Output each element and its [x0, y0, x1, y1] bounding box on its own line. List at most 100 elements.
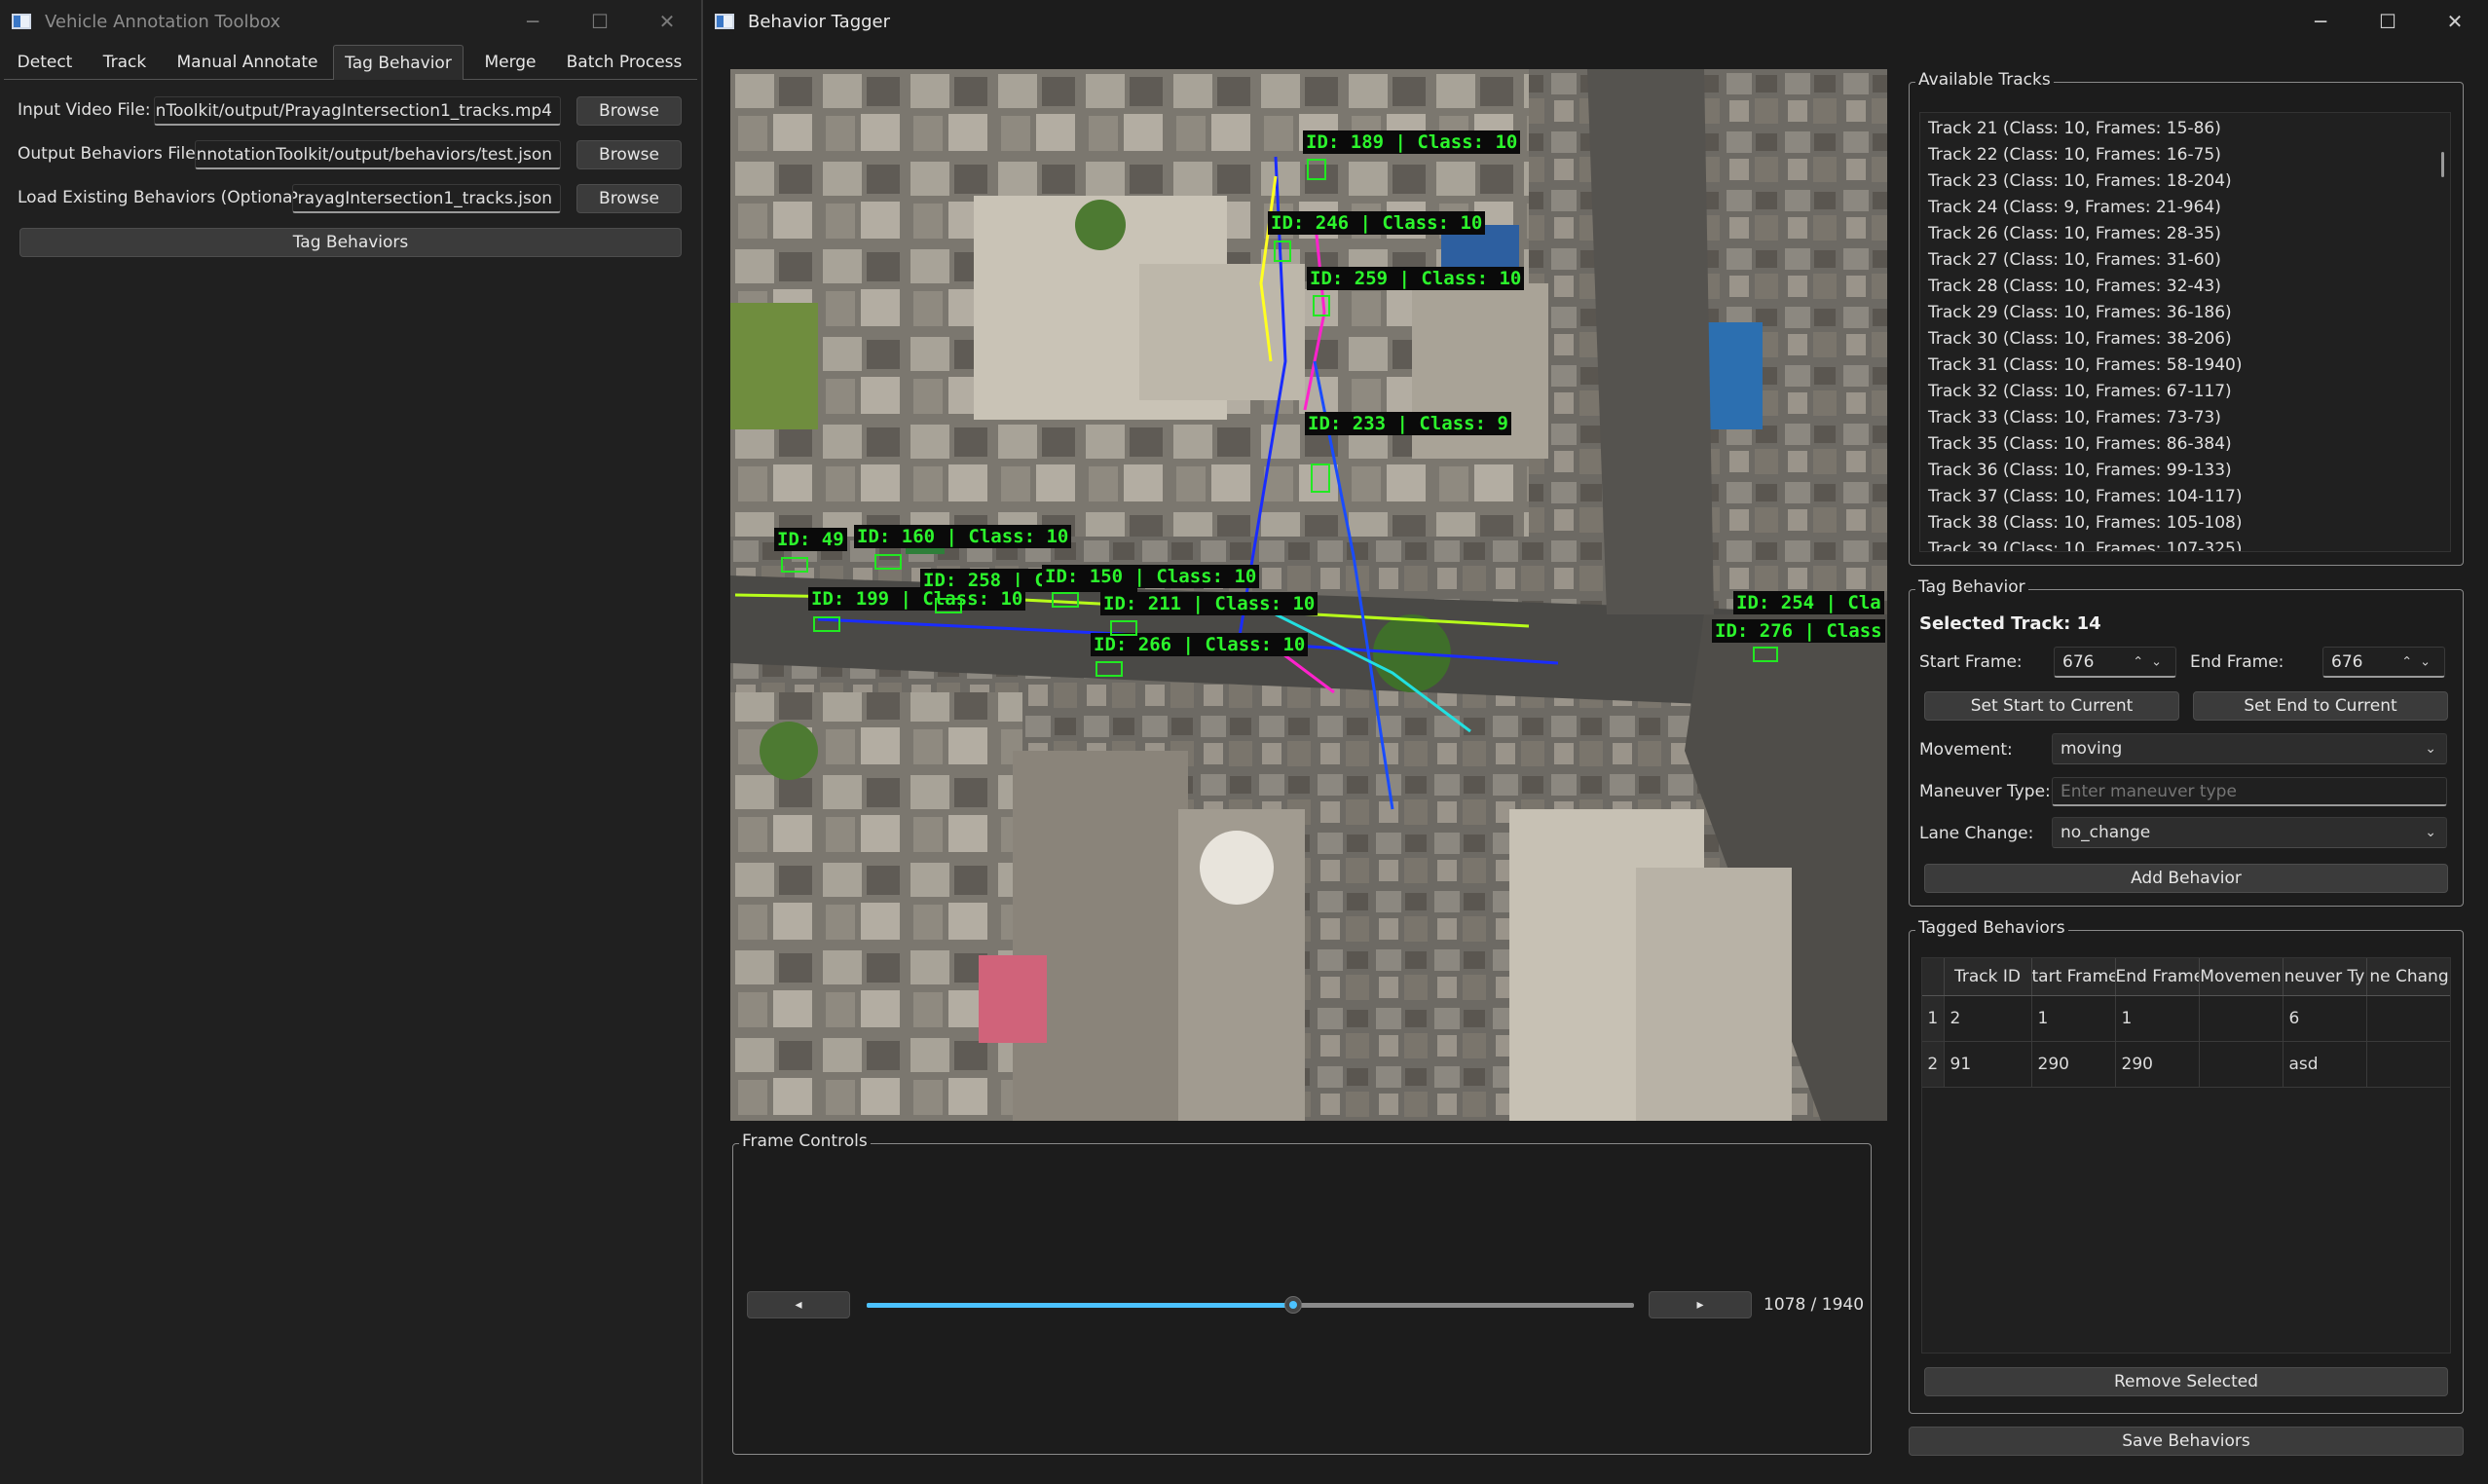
track-list-item[interactable]: Track 39 (Class: 10, Frames: 107-325): [1920, 537, 2450, 551]
set-end-button[interactable]: Set End to Current: [2193, 691, 2448, 721]
minimize-icon[interactable]: ─: [499, 0, 567, 43]
slider-handle[interactable]: [1284, 1296, 1303, 1314]
table-cell[interactable]: 1: [2031, 995, 2116, 1042]
tab-track[interactable]: Track: [88, 45, 162, 80]
bounding-box: [1052, 592, 1079, 608]
row-number[interactable]: 1: [1922, 995, 1945, 1042]
table-cell[interactable]: 1: [2115, 995, 2200, 1042]
track-list-item[interactable]: Track 38 (Class: 10, Frames: 105-108): [1920, 510, 2450, 537]
table-cell[interactable]: 2: [1944, 995, 2032, 1042]
spin-arrows-icon[interactable]: ⌃⌄: [2401, 654, 2438, 669]
table-cell[interactable]: [2199, 1041, 2284, 1088]
table-cell[interactable]: asd: [2283, 1041, 2367, 1088]
browse-output-behaviors-button[interactable]: Browse: [576, 140, 682, 169]
browse-load-existing-button[interactable]: Browse: [576, 184, 682, 213]
add-behavior-button[interactable]: Add Behavior: [1924, 864, 2448, 893]
table-cell[interactable]: [2366, 995, 2450, 1042]
tab-tag-behavior[interactable]: Tag Behavior: [333, 45, 464, 80]
movement-select[interactable]: moving ⌄: [2052, 733, 2447, 764]
tab-manual-annotate[interactable]: Manual Annotate: [166, 45, 329, 80]
start-frame-value: 676: [2062, 651, 2095, 672]
track-list-scrollbar[interactable]: [2441, 152, 2444, 177]
right-window-title: Behavior Tagger: [748, 11, 891, 32]
tag-behaviors-button[interactable]: Tag Behaviors: [19, 228, 682, 257]
table-cell[interactable]: 290: [2031, 1041, 2116, 1088]
bounding-box: [813, 616, 840, 632]
track-list-item[interactable]: Track 21 (Class: 10, Frames: 15-86): [1920, 116, 2450, 142]
frame-slider[interactable]: [867, 1296, 1634, 1314]
detection-label: ID: 150 | Class: 10: [1042, 565, 1260, 588]
start-frame-spinbox[interactable]: 676 ⌃⌄: [2054, 647, 2176, 678]
column-header[interactable]: Movemen: [2199, 958, 2284, 996]
track-list-item[interactable]: Track 28 (Class: 10, Frames: 32-43): [1920, 274, 2450, 300]
behaviors-table[interactable]: Track ID tart Frame End Frame Movemen ne…: [1922, 958, 2450, 1088]
frame-counter: 1078 / 1940: [1764, 1295, 1865, 1315]
detection-label: ID: 49: [774, 528, 847, 551]
track-list-item[interactable]: Track 35 (Class: 10, Frames: 86-384): [1920, 431, 2450, 458]
table-header-row: Track ID tart Frame End Frame Movemen ne…: [1922, 958, 2450, 996]
track-list-item[interactable]: Track 26 (Class: 10, Frames: 28-35): [1920, 221, 2450, 247]
track-list-item[interactable]: Track 23 (Class: 10, Frames: 18-204): [1920, 168, 2450, 195]
maximize-icon[interactable]: ☐: [2354, 0, 2422, 43]
end-frame-spinbox[interactable]: 676 ⌃⌄: [2322, 647, 2445, 678]
track-list-item[interactable]: Track 29 (Class: 10, Frames: 36-186): [1920, 300, 2450, 326]
table-cell[interactable]: [2366, 1041, 2450, 1088]
tab-batch-process[interactable]: Batch Process: [557, 45, 691, 80]
tab-merge[interactable]: Merge: [467, 45, 553, 80]
table-cell[interactable]: 6: [2283, 995, 2367, 1042]
lane-change-select[interactable]: no_change ⌄: [2052, 817, 2447, 848]
input-video-field[interactable]: itionToolkit/output/PrayagIntersection1_…: [154, 96, 561, 126]
close-icon[interactable]: ✕: [2421, 0, 2488, 43]
table-row[interactable]: 2 91 290 290 asd: [1922, 1041, 2450, 1088]
table-cell[interactable]: [2199, 995, 2284, 1042]
minimize-icon[interactable]: ─: [2286, 0, 2355, 43]
set-start-button[interactable]: Set Start to Current: [1924, 691, 2179, 721]
maximize-icon[interactable]: ☐: [566, 0, 634, 43]
table-cell[interactable]: 290: [2115, 1041, 2200, 1088]
available-tracks-group: Available Tracks Track 21 (Class: 10, Fr…: [1909, 70, 2464, 566]
detection-label: ID: 276 | Class: [1712, 619, 1885, 643]
behaviors-table-container[interactable]: Track ID tart Frame End Frame Movemen ne…: [1921, 957, 2451, 1354]
previous-frame-button[interactable]: ◂: [747, 1291, 850, 1318]
column-header[interactable]: Track ID: [1944, 958, 2032, 996]
track-list-item[interactable]: Track 33 (Class: 10, Frames: 73-73): [1920, 405, 2450, 431]
close-icon[interactable]: ✕: [633, 0, 701, 43]
lane-change-value: no_change: [2061, 823, 2151, 842]
load-existing-field[interactable]: t/PrayagIntersection1_tracks.json: [292, 184, 561, 213]
track-list-item[interactable]: Track 30 (Class: 10, Frames: 38-206): [1920, 326, 2450, 352]
track-list-item[interactable]: Track 36 (Class: 10, Frames: 99-133): [1920, 458, 2450, 484]
bounding-box: [935, 598, 962, 613]
column-header[interactable]: ne Chang: [2366, 958, 2450, 996]
table-cell[interactable]: 91: [1944, 1041, 2032, 1088]
spin-arrows-icon[interactable]: ⌃⌄: [2133, 654, 2170, 669]
video-frame[interactable]: ID: 189 | Class: 10 ID: 246 | Class: 10 …: [730, 69, 1887, 1121]
next-frame-button[interactable]: ▸: [1649, 1291, 1752, 1318]
track-list-item[interactable]: Track 27 (Class: 10, Frames: 31-60): [1920, 247, 2450, 274]
bounding-box: [1313, 295, 1330, 316]
column-header[interactable]: End Frame: [2115, 958, 2200, 996]
chevron-down-icon: ⌄: [2425, 825, 2436, 840]
bounding-box: [1110, 620, 1137, 636]
maneuver-input[interactable]: [2052, 777, 2447, 806]
track-list-item[interactable]: Track 37 (Class: 10, Frames: 104-117): [1920, 484, 2450, 510]
track-list-item[interactable]: Track 24 (Class: 9, Frames: 21-964): [1920, 195, 2450, 221]
detection-label: ID: 233 | Class: 9: [1305, 412, 1511, 435]
remove-selected-button[interactable]: Remove Selected: [1924, 1367, 2448, 1396]
bounding-box: [1311, 464, 1330, 493]
tab-pane-border: [4, 79, 697, 1481]
table-row[interactable]: 1 2 1 1 6: [1922, 995, 2450, 1042]
output-behaviors-field[interactable]: 'AnnotationToolkit/output/behaviors/test…: [195, 140, 561, 169]
column-header[interactable]: neuver Ty: [2283, 958, 2367, 996]
track-list-item[interactable]: Track 22 (Class: 10, Frames: 16-75): [1920, 142, 2450, 168]
bounding-box: [874, 554, 902, 570]
app-icon: [12, 14, 31, 29]
track-list[interactable]: Track 21 (Class: 10, Frames: 15-86) Trac…: [1919, 112, 2451, 552]
column-header[interactable]: tart Frame: [2031, 958, 2116, 996]
row-number[interactable]: 2: [1922, 1041, 1945, 1088]
track-list-item[interactable]: Track 31 (Class: 10, Frames: 58-1940): [1920, 352, 2450, 379]
browse-input-video-button[interactable]: Browse: [576, 96, 682, 126]
save-behaviors-button[interactable]: Save Behaviors: [1909, 1427, 2464, 1456]
end-frame-label: End Frame:: [2190, 652, 2284, 672]
track-list-item[interactable]: Track 32 (Class: 10, Frames: 67-117): [1920, 379, 2450, 405]
tab-detect[interactable]: Detect: [6, 45, 84, 80]
